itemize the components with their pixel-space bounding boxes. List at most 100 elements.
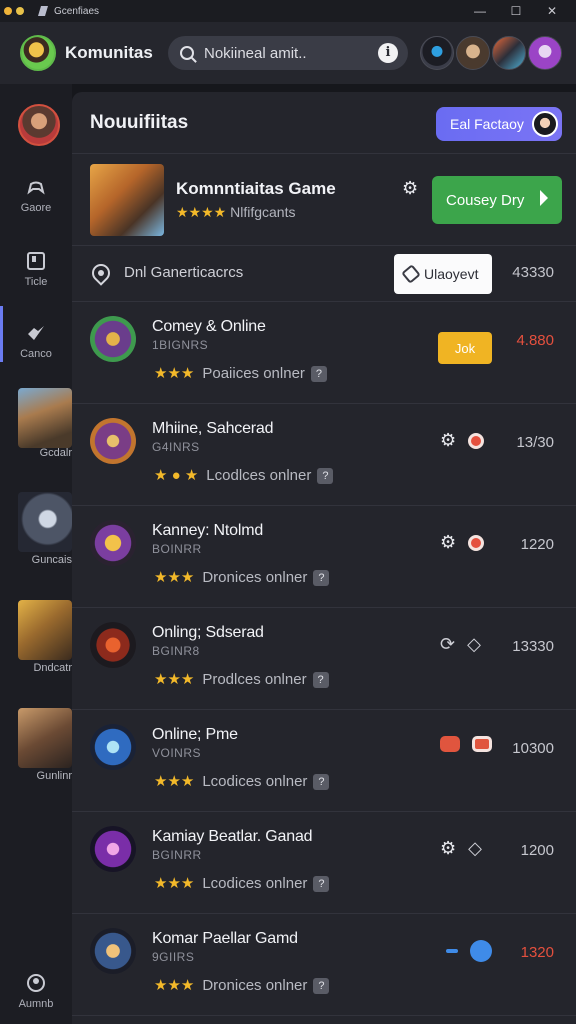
app-logo[interactable] bbox=[20, 35, 56, 71]
featured-game-image bbox=[90, 164, 164, 236]
list-item[interactable]: Online; Pme VOINRS ★★★ Lcodices onlner? 1… bbox=[72, 710, 576, 812]
game-icon bbox=[90, 724, 136, 770]
rating-text: Nlfifgcants bbox=[230, 204, 296, 220]
join-button[interactable]: Jok bbox=[438, 332, 492, 364]
rating-text: Lcodices onlner bbox=[202, 773, 308, 790]
tag-icon[interactable]: ◇ bbox=[468, 838, 482, 859]
sidebar-item-gaore[interactable]: Gaore bbox=[0, 176, 72, 214]
record-icon[interactable] bbox=[468, 432, 485, 449]
rating-stars: ★ ● ★ bbox=[154, 467, 199, 484]
notifications-panel: Nouuifiitas Eal Factaoy Komnntiaitas Gam… bbox=[72, 92, 576, 1024]
gear-icon[interactable]: ⚙ bbox=[440, 838, 456, 859]
row-actions bbox=[446, 940, 492, 962]
help-icon[interactable]: ? bbox=[313, 570, 330, 586]
rating-stars: ★★★ bbox=[154, 875, 195, 892]
maximize-button[interactable]: ☐ bbox=[498, 2, 534, 20]
featured-game-title: Komnntiaitas Game bbox=[176, 179, 336, 198]
tag-icon[interactable]: ◇ bbox=[467, 634, 481, 655]
gear-icon[interactable]: ⚙ bbox=[440, 532, 456, 553]
location-pin-icon bbox=[88, 260, 114, 286]
sidebar-item-ticle[interactable]: Ticle bbox=[0, 250, 72, 288]
slider-handle[interactable] bbox=[470, 940, 492, 962]
sidebar-thumb-label: Guncais bbox=[31, 554, 72, 566]
avatar[interactable] bbox=[492, 36, 526, 70]
camera-icon[interactable] bbox=[440, 736, 460, 752]
rating-stars: ★★★ bbox=[154, 569, 195, 586]
row-count: 10300 bbox=[512, 740, 554, 757]
update-label: Ulaoyevt bbox=[424, 266, 479, 282]
rating-text: Poaiices onlner bbox=[202, 365, 305, 382]
user-avatar[interactable] bbox=[18, 104, 60, 146]
help-icon[interactable]: ? bbox=[317, 468, 334, 484]
featured-game[interactable]: Komnntiaitas Game ★★★★ Nlfifgcants ⚙ Cou… bbox=[72, 154, 576, 246]
list-item[interactable]: Mhiine, Sahcerad G4INRS ★ ● ★ Lcodlces on… bbox=[72, 404, 576, 506]
gear-icon[interactable]: ⚙ bbox=[440, 430, 456, 451]
update-button[interactable]: Ulaoyevt bbox=[394, 254, 492, 294]
featured-game-rating: ★★★★ Nlfifgcants bbox=[176, 204, 295, 221]
list-item[interactable]: Kamiay Beatlar. Ganad BGINRR ★★★ Lcodices… bbox=[72, 812, 576, 914]
sidebar: Gaore Ticle Canco Gcdalr Guncais Dndcatr… bbox=[0, 84, 72, 1024]
row-rating: ★★★ Lcodices onlner? bbox=[154, 772, 330, 790]
row-count: 1220 bbox=[520, 536, 554, 553]
row-title: Mhiine, Sahcerad bbox=[152, 420, 274, 437]
sidebar-item-canco[interactable]: Canco bbox=[0, 322, 72, 360]
help-icon[interactable]: ? bbox=[313, 876, 330, 892]
rating-text: Dronices onlner bbox=[202, 977, 308, 994]
record-icon[interactable] bbox=[472, 736, 492, 752]
help-icon[interactable]: ? bbox=[313, 978, 330, 994]
row-rating: ★★★ Lcodices onlner? bbox=[154, 874, 330, 892]
row-title: Onling; Sdserad bbox=[152, 624, 264, 641]
minimize-button[interactable]: — bbox=[462, 2, 498, 20]
help-icon[interactable]: ? bbox=[313, 774, 330, 790]
rating-text: Prodlces onlner bbox=[202, 671, 307, 688]
list-item[interactable]: Komar Paellar Gamd 9GIIRS ★★★ Dronices on… bbox=[72, 914, 576, 1016]
help-icon[interactable]: ? bbox=[312, 672, 329, 688]
close-button[interactable]: ✕ bbox=[534, 2, 570, 20]
info-icon[interactable]: i bbox=[378, 43, 398, 63]
minimize-dot-icon[interactable] bbox=[4, 7, 12, 15]
row-rating: ★★★ Prodlces onlner? bbox=[154, 670, 329, 688]
rating-text: Lcodlces onlner bbox=[206, 467, 312, 484]
sidebar-item-aumnb[interactable]: Aumnb bbox=[0, 972, 72, 1010]
search-input[interactable]: Nokiineal amit.. i bbox=[168, 36, 408, 70]
refresh-icon[interactable]: ⟳ bbox=[440, 634, 455, 655]
zoom-dot-icon[interactable] bbox=[16, 7, 24, 15]
rating-stars: ★★★ bbox=[154, 671, 195, 688]
list-item[interactable]: Onling; Sdserad BGINR8 ★★★ Prodlces onlne… bbox=[72, 608, 576, 710]
rating-stars: ★★★ bbox=[154, 365, 195, 382]
rating-stars: ★★★ bbox=[154, 977, 195, 994]
list-item[interactable]: Kanney: Ntolmd BOINRR ★★★ Dronices onlner… bbox=[72, 506, 576, 608]
list-item[interactable]: Comey & Online 1BIGNRS ★★★ Poaiices onlne… bbox=[72, 302, 576, 404]
sidebar-game-thumb[interactable] bbox=[18, 492, 72, 552]
avatar[interactable] bbox=[456, 36, 490, 70]
play-arrow-icon bbox=[540, 190, 548, 206]
panel-title: Nouuifiitas bbox=[90, 111, 189, 133]
rating-stars: ★★★ bbox=[154, 773, 195, 790]
sidebar-item-label: Gaore bbox=[20, 202, 52, 214]
sidebar-game-thumb[interactable] bbox=[18, 708, 72, 768]
sidebar-game-thumb[interactable] bbox=[18, 388, 72, 448]
row-title: Online; Pme bbox=[152, 726, 238, 743]
row-count: 13/30 bbox=[516, 434, 554, 451]
panel-action-button[interactable]: Eal Factaoy bbox=[436, 107, 562, 141]
sidebar-item-label: Canco bbox=[20, 348, 52, 360]
avatar[interactable] bbox=[528, 36, 562, 70]
gear-icon[interactable]: ⚙ bbox=[402, 178, 418, 199]
rating-text: Dronices onlner bbox=[202, 569, 308, 586]
game-icon bbox=[90, 418, 136, 464]
panel-header: Nouuifiitas Eal Factaoy bbox=[72, 92, 576, 154]
featured-button-label: Cousey Dry bbox=[446, 191, 525, 209]
row-rating: ★★★ Dronices onlner? bbox=[154, 976, 330, 994]
row-title: Kamiay Beatlar. Ganad bbox=[152, 828, 313, 845]
avatar[interactable] bbox=[420, 36, 454, 70]
featured-game-button[interactable]: Cousey Dry bbox=[432, 176, 562, 224]
row-count: 1320 bbox=[520, 944, 554, 961]
help-icon[interactable]: ? bbox=[310, 366, 327, 382]
row-actions: ⚙ bbox=[440, 532, 485, 553]
record-icon[interactable] bbox=[468, 534, 485, 551]
slider-track[interactable] bbox=[446, 949, 458, 953]
row-actions: ⚙ ◇ bbox=[440, 838, 482, 859]
row-subtitle: 1BIGNRS bbox=[152, 338, 209, 352]
sidebar-game-thumb[interactable] bbox=[18, 600, 72, 660]
row-count: 1200 bbox=[520, 842, 554, 859]
